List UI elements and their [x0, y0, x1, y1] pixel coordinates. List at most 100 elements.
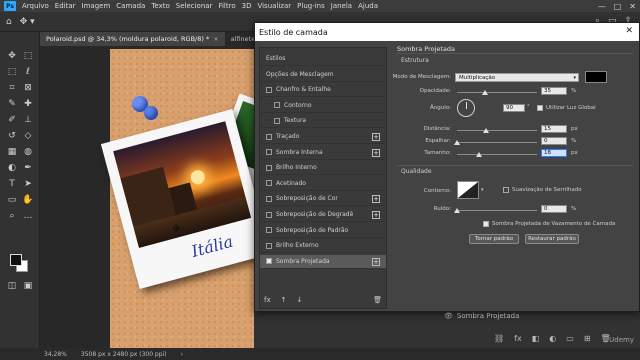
- menu-3d[interactable]: 3D: [239, 2, 255, 10]
- photoshop-logo[interactable]: Ps: [4, 1, 16, 11]
- blur-tool-icon[interactable]: ◍: [22, 146, 34, 158]
- dialog-close-icon[interactable]: ✕: [625, 26, 633, 36]
- visibility-eye-icon[interactable]: 👁: [444, 312, 453, 320]
- lasso-tool-icon[interactable]: ℓ: [22, 66, 34, 78]
- move-up-icon[interactable]: ↑: [281, 296, 287, 304]
- menu-ajuda[interactable]: Ajuda: [355, 2, 381, 10]
- style-checkbox[interactable]: [266, 211, 272, 218]
- style-item-sobreposicao-de-degrade[interactable]: Sobreposição de Degradê +: [260, 208, 386, 222]
- style-checkbox[interactable]: [266, 149, 272, 156]
- opacity-slider[interactable]: [457, 92, 537, 93]
- menu-filtro[interactable]: Filtro: [215, 2, 238, 10]
- move-tool-icon[interactable]: ✥: [6, 50, 18, 62]
- mask-icon[interactable]: ◧: [532, 334, 540, 343]
- pen-tool-icon[interactable]: ✒: [22, 162, 34, 174]
- make-default-button[interactable]: Tornar padrão: [469, 234, 519, 244]
- size-slider-thumb[interactable]: [476, 152, 482, 157]
- style-checkbox[interactable]: [266, 133, 272, 140]
- style-checkbox[interactable]: [274, 117, 280, 124]
- style-checkbox[interactable]: [266, 195, 272, 202]
- add-style-icon[interactable]: +: [372, 211, 380, 219]
- style-item-sobreposicao-de-padrao[interactable]: Sobreposição de Padrão: [260, 224, 386, 238]
- angle-dial[interactable]: [457, 99, 475, 117]
- path-selection-icon[interactable]: ➤: [22, 178, 34, 190]
- style-item-estilos[interactable]: Estilos: [260, 52, 386, 66]
- menu-visualizar[interactable]: Visualizar: [254, 2, 294, 10]
- add-style-icon[interactable]: +: [372, 257, 380, 266]
- minimize-button[interactable]: —: [598, 2, 606, 11]
- opacity-slider-thumb[interactable]: [482, 90, 488, 95]
- add-style-icon[interactable]: +: [372, 195, 380, 204]
- move-down-icon[interactable]: ↓: [296, 296, 302, 304]
- distance-input[interactable]: 15: [541, 125, 567, 133]
- healing-tool-icon[interactable]: ✚: [22, 98, 34, 110]
- distance-slider[interactable]: [457, 130, 537, 131]
- style-item-acetinado[interactable]: Acetinado: [260, 177, 386, 191]
- reset-default-button[interactable]: Restaurar padrão: [525, 234, 579, 244]
- style-item-chanfro-entalhe[interactable]: Chanfro & Entalhe: [260, 83, 386, 98]
- link-layers-icon[interactable]: ⛓: [494, 334, 504, 343]
- spread-input[interactable]: 0: [541, 137, 567, 145]
- style-item-brilho-externo[interactable]: Brilho Externo: [260, 239, 386, 254]
- new-layer-icon[interactable]: ⊞: [584, 334, 591, 343]
- add-style-icon[interactable]: +: [372, 148, 380, 157]
- noise-slider-thumb[interactable]: [454, 208, 460, 213]
- zoom-level[interactable]: 34,28%: [44, 351, 67, 358]
- menu-texto[interactable]: Texto: [148, 2, 172, 10]
- group-icon[interactable]: ▭: [566, 334, 574, 343]
- dialog-title-bar[interactable]: Estilo de camada ✕: [255, 23, 639, 41]
- size-input[interactable]: 18: [541, 149, 567, 157]
- shadow-color-swatch[interactable]: [585, 71, 607, 83]
- gradient-tool-icon[interactable]: ▦: [6, 146, 18, 158]
- contour-chevron-icon[interactable]: ▾: [481, 187, 484, 193]
- style-item-tracado[interactable]: Traçado +: [260, 130, 386, 144]
- contour-picker[interactable]: [457, 181, 479, 199]
- document-info[interactable]: 3508 px x 2480 px (300 ppi): [81, 351, 167, 358]
- crop-tool-icon[interactable]: ⌗: [6, 82, 18, 94]
- type-tool-icon[interactable]: T: [6, 178, 18, 190]
- quick-mask-icon[interactable]: ◫: [6, 280, 18, 292]
- noise-input[interactable]: 0: [541, 205, 567, 213]
- spread-slider[interactable]: [457, 142, 537, 143]
- home-icon[interactable]: ⌂: [6, 17, 12, 27]
- eraser-tool-icon[interactable]: ◇: [22, 130, 34, 142]
- stamp-tool-icon[interactable]: ⊥: [22, 114, 34, 126]
- angle-input[interactable]: 90: [503, 104, 525, 112]
- knockout-checkbox[interactable]: [483, 221, 489, 227]
- spread-slider-thumb[interactable]: [454, 140, 460, 145]
- document-canvas[interactable]: Itália ✥: [40, 46, 254, 348]
- tab-close-icon[interactable]: ×: [213, 35, 218, 43]
- style-checkbox[interactable]: [266, 86, 272, 93]
- menu-editar[interactable]: Editar: [52, 2, 79, 10]
- style-checkbox[interactable]: [266, 180, 272, 187]
- menu-camada[interactable]: Camada: [113, 2, 148, 10]
- screen-mode-icon[interactable]: ▣: [22, 280, 34, 292]
- fx-menu-icon[interactable]: fx: [264, 296, 271, 304]
- style-item-sombra-projetada[interactable]: Sombra Projetada +: [260, 254, 386, 269]
- style-item-contorno[interactable]: Contorno: [260, 99, 386, 113]
- fx-icon[interactable]: fx: [514, 334, 522, 343]
- artboard-tool-icon[interactable]: ⬚: [22, 50, 34, 62]
- frame-tool-icon[interactable]: ⊠: [22, 82, 34, 94]
- style-checkbox[interactable]: [266, 258, 272, 265]
- style-checkbox[interactable]: [266, 227, 272, 234]
- more-tools-icon[interactable]: …: [22, 210, 34, 222]
- antialias-checkbox[interactable]: [503, 187, 509, 193]
- history-brush-icon[interactable]: ↺: [6, 130, 18, 142]
- menu-arquivo[interactable]: Arquivo: [19, 2, 52, 10]
- move-tool-options-icon[interactable]: ✥ ▾: [20, 17, 35, 27]
- style-item-sobreposicao-de-cor[interactable]: Sobreposição de Cor +: [260, 192, 386, 207]
- hand-tool-icon[interactable]: ✋: [22, 194, 34, 206]
- opacity-input[interactable]: 35: [541, 87, 567, 95]
- eyedropper-tool-icon[interactable]: ✎: [6, 98, 18, 110]
- style-checkbox[interactable]: [274, 102, 280, 109]
- shape-tool-icon[interactable]: ▭: [6, 194, 18, 206]
- adjustment-layer-icon[interactable]: ◐: [549, 334, 556, 343]
- add-style-icon[interactable]: +: [372, 133, 380, 141]
- style-item-brilho-interno[interactable]: Brilho Interno: [260, 161, 386, 176]
- style-item-sombra-interna[interactable]: Sombra Interna +: [260, 146, 386, 160]
- dodge-tool-icon[interactable]: ◐: [6, 162, 18, 174]
- menu-janela[interactable]: Janela: [328, 2, 355, 10]
- style-checkbox[interactable]: [266, 164, 272, 171]
- global-light-checkbox[interactable]: [537, 105, 543, 111]
